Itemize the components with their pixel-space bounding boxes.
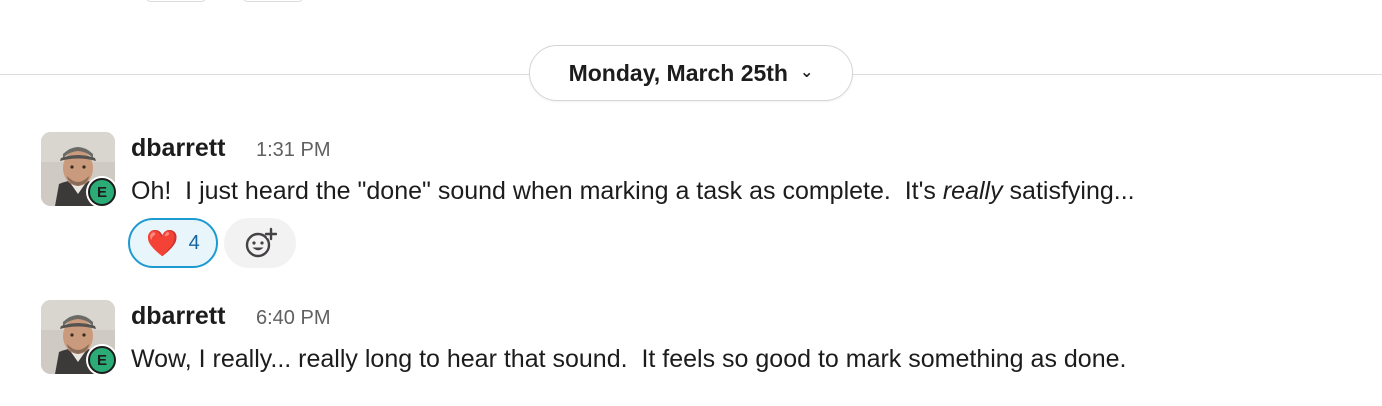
author-name[interactable]: dbarrett (131, 134, 225, 163)
red-heart-icon: ❤️ (146, 228, 179, 258)
date-divider-label: Monday, March 25th (568, 59, 788, 86)
message-text-part: Oh! I just heard the "done" sound when m… (131, 177, 943, 205)
status-badge: E (86, 176, 118, 208)
status-letter-icon: E (88, 178, 116, 206)
message-text-emphasis: really (942, 177, 1003, 205)
date-divider-button[interactable]: Monday, March 25th ⌄ (529, 45, 853, 101)
message-text: Wow, I really... really long to hear tha… (131, 345, 1127, 373)
previous-reaction-stub (242, 0, 304, 2)
chevron-down-icon: ⌄ (799, 64, 814, 81)
status-letter-icon: E (88, 346, 116, 374)
author-name[interactable]: dbarrett (131, 302, 225, 331)
message-text-part: satisfying... (1002, 177, 1135, 205)
reaction-count: 4 (188, 231, 200, 254)
reaction-heart-button[interactable]: ❤️ 4 (128, 218, 218, 268)
message-timestamp[interactable]: 6:40 PM (256, 307, 330, 330)
status-badge: E (86, 344, 118, 376)
message-text: Oh! I just heard the "done" sound when m… (131, 177, 1135, 206)
message-timestamp[interactable]: 1:31 PM (256, 139, 330, 162)
add-emoji-icon (245, 227, 277, 258)
add-reaction-button[interactable] (224, 218, 296, 268)
previous-reaction-stub (145, 0, 207, 2)
